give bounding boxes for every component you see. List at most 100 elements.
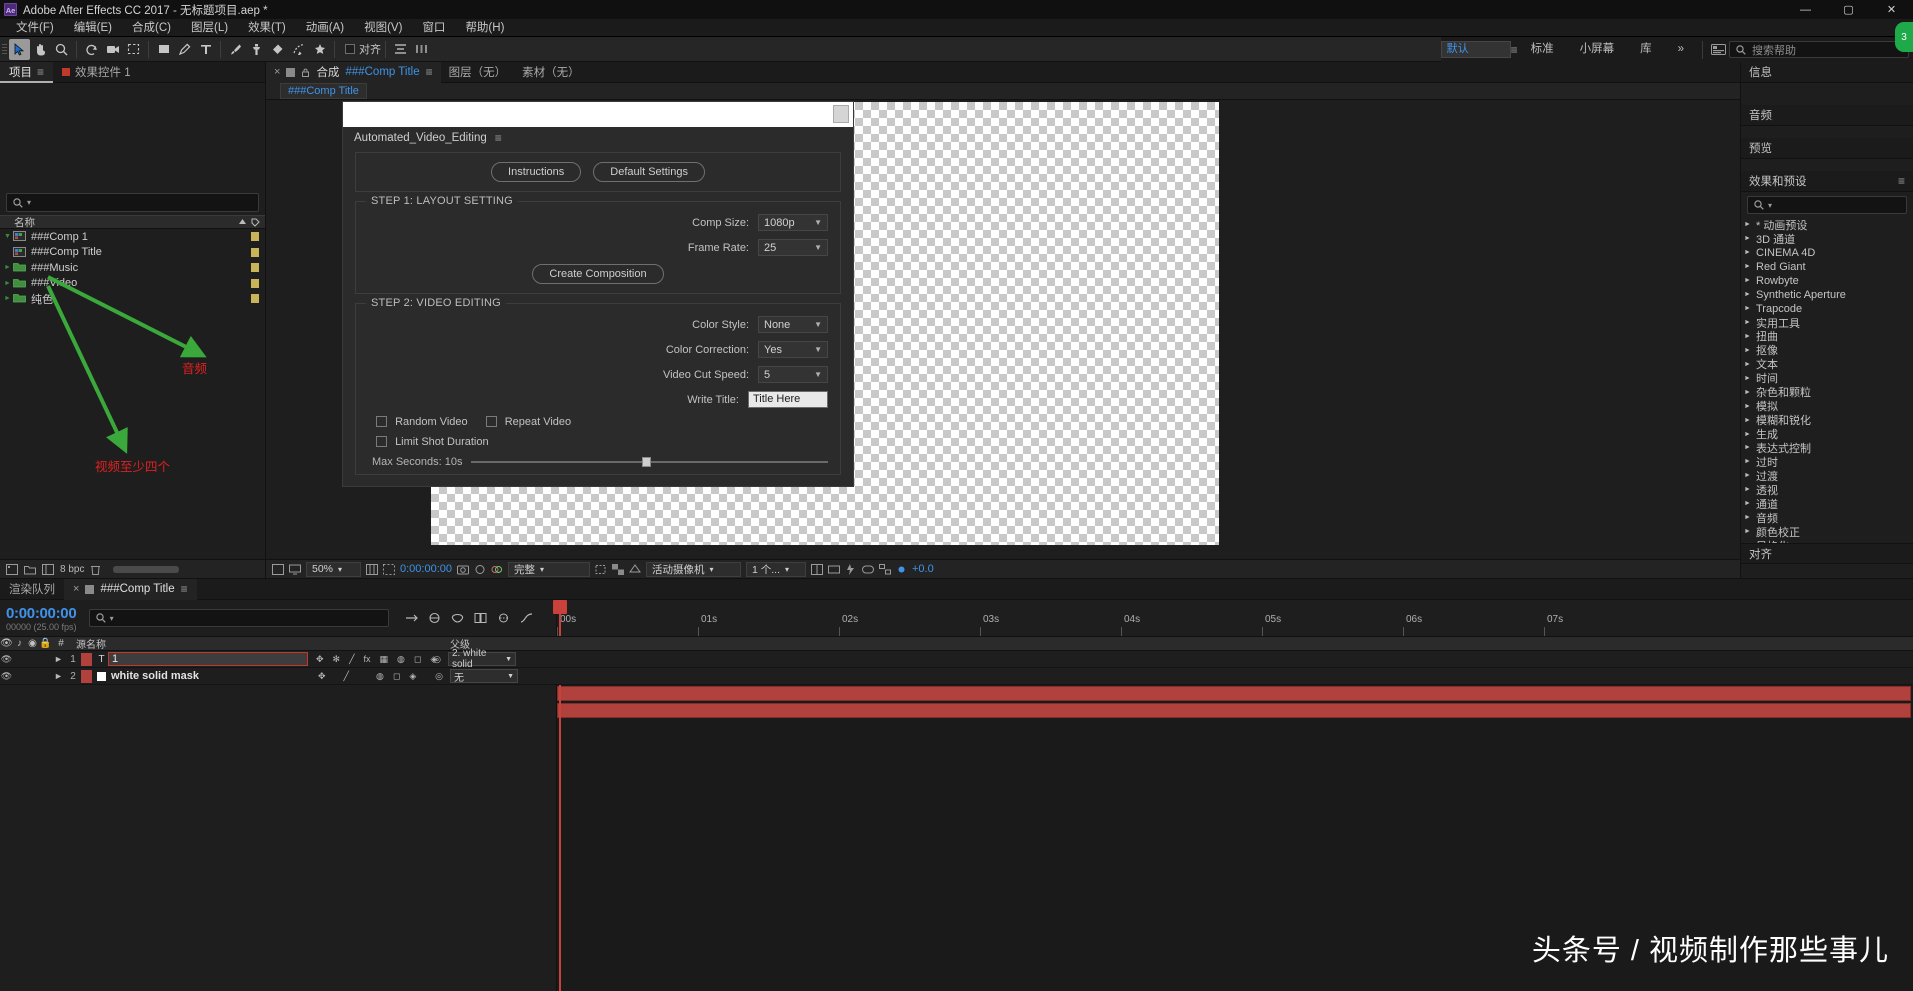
- random-video-checkbox-group[interactable]: Random Video: [376, 416, 468, 428]
- search-help-box[interactable]: 搜索帮助: [1729, 41, 1909, 58]
- effect-category-row[interactable]: ► Synthetic Aperture: [1744, 288, 1913, 302]
- panel-align[interactable]: 对齐: [1741, 543, 1913, 564]
- effect-category-row[interactable]: ► 3D 通道: [1744, 232, 1913, 246]
- region-of-interest-tool[interactable]: [123, 39, 144, 60]
- layer-frameblend-icon[interactable]: ▦: [380, 654, 389, 665]
- effects-list[interactable]: ► * 动画预设 ► 3D 通道 ► CINEMA 4D ► Red Giant ► Rowbyt…: [1741, 218, 1913, 543]
- menu-item-7[interactable]: 窗口: [412, 19, 455, 37]
- snapshot-icon[interactable]: [457, 564, 469, 575]
- workspace-default[interactable]: 默认: [1440, 41, 1511, 58]
- comp-flowchart-icon[interactable]: [879, 563, 891, 575]
- project-settings-icon[interactable]: [42, 563, 54, 575]
- repeat-video-checkbox[interactable]: [485, 416, 497, 427]
- disclosure-triangle-icon[interactable]: ▼: [4, 233, 13, 240]
- disclosure-triangle-icon[interactable]: ►: [1744, 458, 1752, 465]
- effect-category-row[interactable]: ► 模拟: [1744, 399, 1913, 413]
- effect-category-row[interactable]: ► 扭曲: [1744, 330, 1913, 343]
- cti-head[interactable]: [553, 600, 567, 614]
- camera-tool[interactable]: [102, 39, 123, 60]
- project-item[interactable]: ###Comp Title: [0, 245, 265, 261]
- panel-preview[interactable]: 预览: [1741, 138, 1913, 159]
- hide-shy-layers-icon[interactable]: [451, 612, 464, 624]
- disclosure-triangle-icon[interactable]: ►: [1744, 319, 1752, 326]
- effect-category-row[interactable]: ► 音频: [1744, 511, 1913, 525]
- layer-expand-icon[interactable]: ►: [52, 654, 65, 664]
- disclosure-triangle-icon[interactable]: ►: [1744, 375, 1752, 382]
- effects-panel-menu-icon[interactable]: ≡: [1898, 174, 1905, 188]
- transparency-grid-icon[interactable]: [612, 563, 624, 575]
- script-window[interactable]: Automated_Video_Editing ≡ Instructions D…: [342, 101, 854, 487]
- chevron-down-icon[interactable]: ▾: [1768, 201, 1772, 210]
- layer-shy-icon[interactable]: ✥: [316, 654, 324, 665]
- layer-switches[interactable]: ✥ ✻ ╱ fx ▦ ◍ ◻ ◈: [308, 654, 437, 665]
- tab-render-queue[interactable]: 渲染队列: [0, 579, 64, 600]
- workspace-menu-icon[interactable]: ≡: [1511, 43, 1518, 57]
- always-preview-icon[interactable]: [272, 563, 284, 575]
- snap-checkbox[interactable]: [345, 44, 355, 54]
- 3d-view-icon[interactable]: [629, 563, 641, 575]
- zoom-tool[interactable]: [51, 39, 72, 60]
- timeline-link-icon[interactable]: [862, 564, 874, 575]
- effect-category-row[interactable]: ► CINEMA 4D: [1744, 246, 1913, 260]
- layer-quality-icon[interactable]: ╱: [349, 654, 354, 665]
- layer-expand-icon[interactable]: ►: [52, 671, 65, 681]
- disclosure-triangle-icon[interactable]: ►: [1744, 347, 1752, 354]
- effect-category-row[interactable]: ► * 动画预设: [1744, 218, 1913, 232]
- write-title-input[interactable]: Title Here: [748, 391, 828, 408]
- menu-item-6[interactable]: 视图(V): [354, 19, 412, 37]
- close-button[interactable]: ✕: [1870, 0, 1913, 19]
- channel-icon[interactable]: [491, 564, 503, 575]
- table-row[interactable]: 👁 ► 2 white solid mask ✥ ╱ ◍ ◻ ◈ ◎ 无 ▼: [0, 668, 1913, 685]
- bit-depth-label[interactable]: 8 bpc: [60, 564, 84, 575]
- camera-view-select[interactable]: 活动摄像机 ▾: [646, 561, 741, 577]
- effect-category-row[interactable]: ► 时间: [1744, 371, 1913, 385]
- layer-parent-select[interactable]: 2. white solid ▼: [448, 648, 516, 670]
- lock-icon[interactable]: [301, 68, 310, 77]
- video-cut-speed-select[interactable]: 5 ▼: [758, 366, 828, 383]
- type-tool[interactable]: [195, 39, 216, 60]
- show-snapshot-icon[interactable]: [474, 564, 486, 575]
- disclosure-triangle-icon[interactable]: ►: [1744, 417, 1752, 424]
- random-video-checkbox[interactable]: [376, 416, 387, 427]
- layer-3d-icon[interactable]: ◈: [409, 671, 416, 682]
- color-correction-select[interactable]: Yes ▼: [758, 341, 828, 358]
- menu-item-8[interactable]: 帮助(H): [455, 19, 514, 37]
- tab-footage[interactable]: 素材（无）: [514, 62, 588, 83]
- effect-category-row[interactable]: ► Trapcode: [1744, 302, 1913, 316]
- layer-color-swatch[interactable]: [81, 652, 92, 666]
- views-count-select[interactable]: 1 个... ▾: [746, 561, 806, 577]
- project-item[interactable]: ► ###Video: [0, 276, 265, 292]
- menu-item-2[interactable]: 合成(C): [122, 19, 181, 37]
- composition-mini-flowchart-icon[interactable]: [405, 612, 418, 624]
- resolution-select[interactable]: 完整 ▾: [508, 561, 590, 577]
- project-search-input[interactable]: ▾: [6, 193, 259, 212]
- effect-category-row[interactable]: ► 抠像: [1744, 343, 1913, 357]
- disclosure-triangle-icon[interactable]: ►: [1744, 263, 1752, 270]
- grid-icon[interactable]: [366, 563, 378, 575]
- timeline-current-time[interactable]: 0:00:00:00: [6, 605, 77, 622]
- brush-tool[interactable]: [225, 39, 246, 60]
- zoom-level-select[interactable]: 50% ▾: [306, 561, 361, 577]
- minimize-button[interactable]: —: [1784, 0, 1827, 19]
- layer-duration-bar[interactable]: [557, 703, 1911, 718]
- layer-quality-icon[interactable]: ╱: [344, 671, 349, 682]
- timeline-search-input[interactable]: ▾: [88, 609, 389, 627]
- frame-blending-icon[interactable]: [474, 612, 487, 624]
- project-item[interactable]: ► ###Music: [0, 260, 265, 276]
- menu-item-0[interactable]: 文件(F): [6, 19, 64, 37]
- share-view-icon[interactable]: [811, 563, 823, 575]
- script-menu-icon[interactable]: ≡: [495, 131, 502, 145]
- layer-adjustment-icon[interactable]: ◻: [414, 654, 421, 665]
- timeline-ruler[interactable]: 00s 01s 02s 03s 04s 05s 06s 07s: [553, 600, 1913, 636]
- exposure-value[interactable]: +0.0: [912, 563, 934, 575]
- default-settings-button[interactable]: Default Settings: [593, 162, 705, 182]
- panel-audio[interactable]: 音频: [1741, 105, 1913, 126]
- slider-knob[interactable]: [642, 457, 652, 467]
- motion-blur-icon[interactable]: [497, 612, 510, 624]
- disclosure-triangle-icon[interactable]: ►: [1744, 221, 1752, 228]
- disclosure-triangle-icon[interactable]: ►: [1744, 361, 1752, 368]
- disclosure-triangle-icon[interactable]: ►: [1744, 472, 1752, 479]
- disclosure-triangle-icon[interactable]: ►: [1744, 486, 1752, 493]
- effect-category-row[interactable]: ► 过渡: [1744, 469, 1913, 483]
- hand-tool[interactable]: [30, 39, 51, 60]
